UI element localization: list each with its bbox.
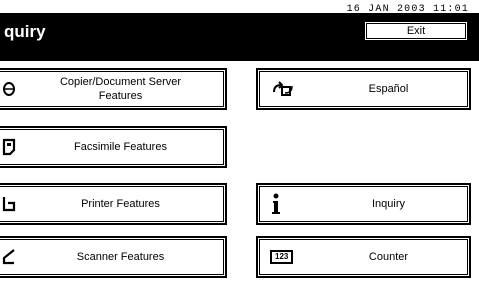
espanol-button[interactable]: Español	[256, 68, 471, 110]
exit-button[interactable]: Exit	[364, 21, 468, 41]
copier-icon	[2, 70, 16, 108]
printer-features-label: Printer Features	[81, 198, 160, 210]
scanner-features-label: Scanner Features	[76, 251, 165, 263]
counter-button[interactable]: 123 Counter	[256, 236, 471, 278]
counter-icon: 123	[270, 238, 294, 276]
printer-features-button[interactable]: Printer Features	[0, 183, 227, 225]
inquiry-label: Inquiry	[371, 198, 406, 210]
facsimile-features-label: Facsimile Features	[74, 141, 167, 153]
scanner-icon	[2, 238, 16, 276]
scanner-features-button[interactable]: Scanner Features	[0, 236, 227, 278]
espanol-label: Español	[368, 83, 409, 95]
counter-label: Counter	[368, 251, 409, 263]
info-icon	[270, 185, 282, 223]
language-icon	[270, 70, 296, 108]
copier-document-server-features-label: Copier/Document Server Features	[59, 76, 182, 102]
printer-icon	[2, 185, 16, 223]
facsimile-features-button[interactable]: Facsimile Features	[0, 126, 227, 168]
page-title: quiry	[4, 22, 46, 41]
copier-document-server-features-button[interactable]: Copier/Document Server Features	[0, 68, 227, 110]
fax-icon	[2, 128, 16, 166]
inquiry-button[interactable]: Inquiry	[256, 183, 471, 225]
counter-icon-text: 123	[270, 250, 294, 264]
